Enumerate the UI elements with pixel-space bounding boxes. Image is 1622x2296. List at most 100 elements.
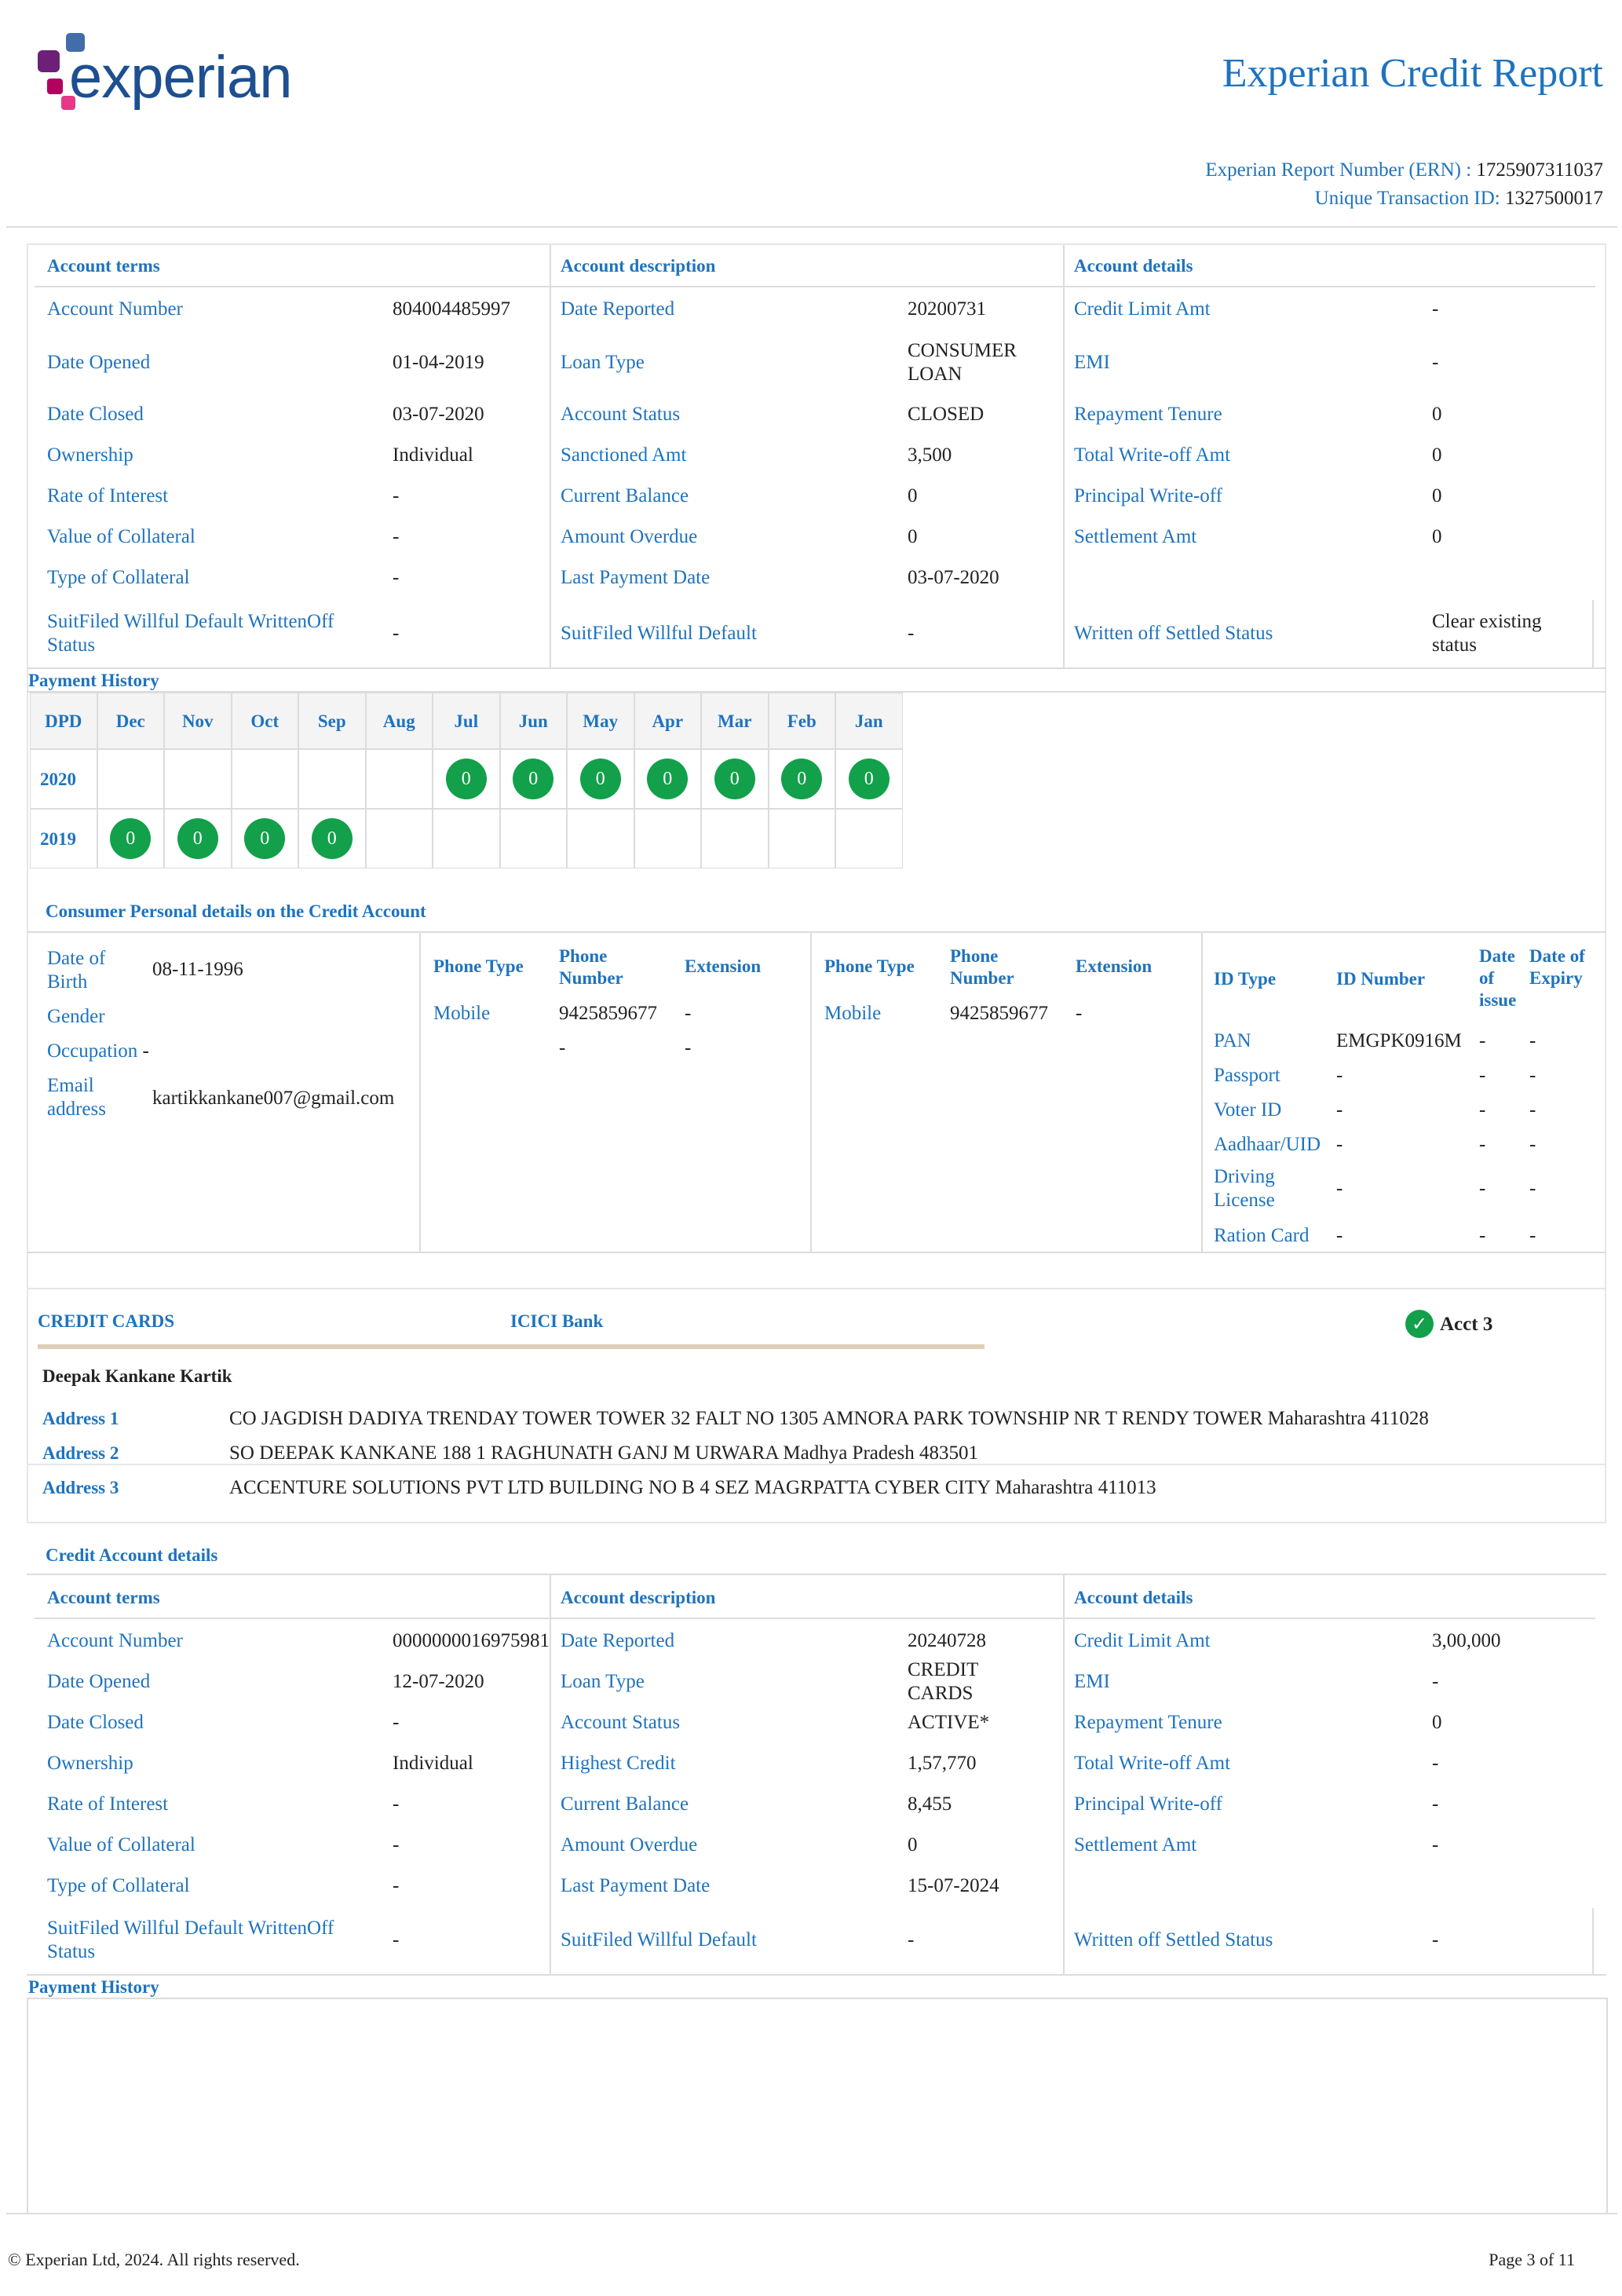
account1-terms-value: 03-07-2020 [393, 404, 484, 425]
account3-payment-history-rule [27, 1998, 1606, 1999]
payment-history-header-cell: Sep [298, 693, 366, 749]
account3-terms-label: Ownership [47, 1753, 133, 1774]
id-expiry-date: - [1529, 1065, 1536, 1086]
phone-type: Mobile [433, 1003, 491, 1024]
logo-text: experian [69, 44, 293, 111]
account1-details-value: Clear existing status [1432, 611, 1542, 656]
account3-description-value: 1,57,770 [908, 1753, 977, 1774]
account1-col-divider-2 [1063, 245, 1065, 669]
account3-details-value: 3,00,000 [1432, 1630, 1501, 1651]
account1-terms-value: - [393, 526, 400, 547]
account3-details-value: - [1432, 1753, 1439, 1774]
payment-history-year: 2020 [30, 749, 97, 809]
id-expiry-date: - [1529, 1225, 1536, 1246]
account3-description-value: 8,455 [908, 1793, 952, 1815]
account1-description-value: 03-07-2020 [908, 567, 999, 588]
account1-header-rule [35, 286, 1595, 287]
account3-terms-value: - [393, 1793, 400, 1815]
account3-payment-history-title: Payment History [28, 1977, 159, 1997]
id-type: Aadhaar/UID [1214, 1134, 1321, 1155]
phone2-type-header: Phone Type [824, 956, 915, 976]
account3-details-value [1432, 1866, 1581, 1907]
dpd-status-circle: 0 [177, 818, 218, 859]
account1-terms-value: - [393, 567, 400, 588]
phone-number: 9425859677 [559, 1003, 657, 1024]
account1-details-value: - [1432, 298, 1439, 320]
account1-details-label: Principal Write-off [1074, 485, 1222, 506]
id-type: Driving License [1214, 1166, 1275, 1211]
account1-description-label: Current Balance [561, 485, 689, 506]
account1-description-label: SuitFiled Willful Default [561, 623, 757, 644]
id-number: EMGPK0916M [1336, 1030, 1462, 1051]
account3-details-label: Total Write-off Amt [1074, 1753, 1231, 1774]
payment-history-year: 2019 [30, 809, 97, 868]
dpd-status-circle: 0 [244, 818, 286, 859]
account3-details-value: - [1432, 1793, 1439, 1815]
account3-left-rule [27, 1998, 28, 2214]
account1-header-description: Account description [561, 256, 716, 276]
account3-acct-label: Acct 3 [1440, 1314, 1493, 1335]
account3-bank: ICICI Bank [510, 1311, 604, 1331]
account1-description-label: Date Reported [561, 298, 675, 320]
id-issue-date: - [1479, 1099, 1486, 1121]
account3-holder: Deepak Kankane Kartik [42, 1366, 232, 1386]
account1-header-terms: Account terms [47, 256, 160, 276]
personal-details-title: Consumer Personal details on the Credit … [46, 901, 426, 921]
address-value: CO JAGDISH DADIYA TRENDAY TOWER TOWER 32… [229, 1408, 1429, 1429]
utid-line: Unique Transaction ID: 1327500017 [1315, 187, 1603, 210]
phone-type: Mobile [824, 1003, 882, 1024]
payment-history-header-cell: Dec [97, 693, 164, 749]
payment-history-cell [567, 809, 634, 868]
experian-logo: experian [38, 33, 305, 119]
id-issue-header: Date of issue [1479, 946, 1517, 1010]
account1-details-value: 0 [1432, 444, 1442, 466]
account3-terms-label: Date Opened [47, 1671, 151, 1692]
address-value: SO DEEPAK KANKANE 188 1 RAGHUNATH GANJ M… [229, 1442, 978, 1464]
payment-history-header-cell: May [567, 693, 634, 749]
account1-details-value: 0 [1432, 526, 1442, 547]
account3-details-value: - [1432, 1671, 1439, 1692]
account3-details-label: Credit Limit Amt [1074, 1630, 1211, 1651]
account3-tan-underline [38, 1344, 985, 1349]
account3-description-label: Amount Overdue [561, 1834, 698, 1855]
personal-divider-2 [810, 933, 812, 1253]
occupation-value: - [142, 1040, 149, 1062]
account3-details-label: Principal Write-off [1074, 1793, 1222, 1815]
id-number-header: ID Number [1336, 969, 1426, 989]
account1-description-value: - [908, 623, 915, 644]
id-issue-date: - [1479, 1225, 1486, 1246]
account3-category: CREDIT CARDS [38, 1311, 175, 1331]
account1-terms-label: Account Number [47, 298, 183, 320]
personal-divider-3 [1201, 933, 1203, 1253]
payment-history-cell [365, 749, 433, 809]
ern-label: Experian Report Number (ERN) : [1205, 159, 1472, 181]
id-type: Ration Card [1214, 1225, 1310, 1246]
account3-description-label: Highest Credit [561, 1753, 676, 1774]
payment-history-cell [433, 809, 500, 868]
id-expiry-date: - [1529, 1178, 1536, 1199]
ern-value: 1725907311037 [1476, 159, 1603, 181]
account3-bottom-rule [27, 1974, 1606, 1976]
account3-description-value: - [908, 1929, 915, 1951]
account3-details-label: Settlement Amt [1074, 1834, 1197, 1855]
account1-description-value: CLOSED [908, 404, 985, 425]
payment-history-cell [298, 749, 366, 809]
dpd-status-circle: 0 [445, 759, 487, 799]
payment-history-header-cell: DPD [30, 693, 97, 749]
personal-divider-1 [419, 933, 421, 1253]
gender-label: Gender [47, 1006, 105, 1027]
dpd-status-circle: 0 [311, 818, 353, 859]
account1-description-label: Account Status [561, 404, 681, 425]
account3-description-label: Last Payment Date [561, 1875, 711, 1896]
account3-terms-label: Value of Collateral [47, 1834, 195, 1855]
personal-details-rule [27, 931, 1606, 933]
utid-label: Unique Transaction ID: [1314, 188, 1500, 209]
payment-history-cell [365, 809, 433, 868]
account3-right-rule [1592, 1908, 1594, 1976]
header-divider [6, 226, 1617, 228]
account3-details-rule [27, 1574, 1606, 1575]
account3-terms-value: - [393, 1834, 400, 1855]
id-number: - [1336, 1065, 1343, 1086]
account1-details-label: Settlement Amt [1074, 526, 1197, 547]
account1-description-label: Sanctioned Amt [561, 444, 687, 466]
